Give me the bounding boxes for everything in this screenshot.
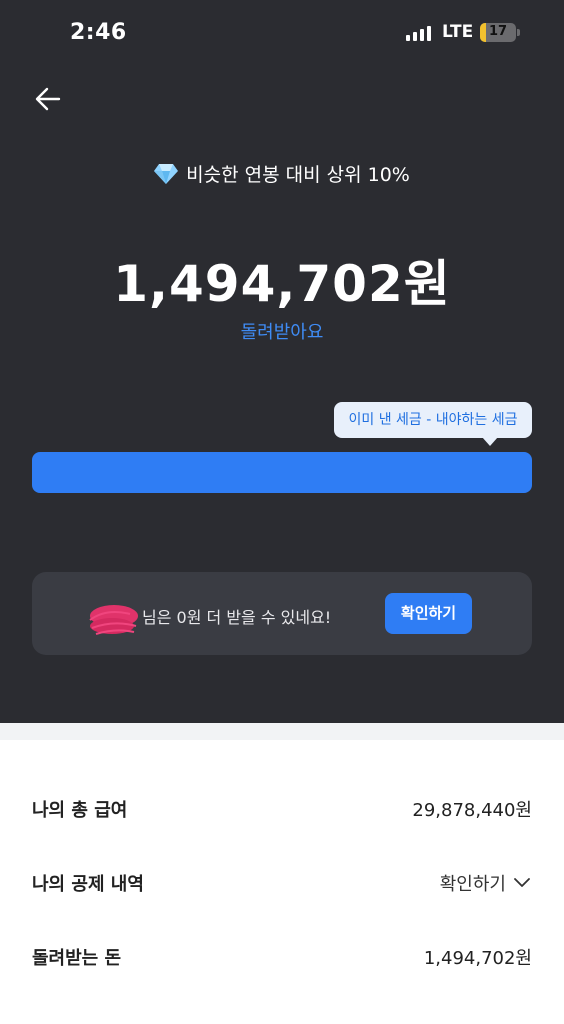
back-button[interactable] (33, 84, 63, 114)
refund-amount: 1,494,702원 (113, 255, 451, 313)
battery-tip (517, 29, 520, 36)
status-time: 2:46 (70, 20, 127, 45)
deductions-toggle-label: 확인하기 (439, 874, 506, 895)
rank-text: 비슷한 연봉 대비 상위 10% (186, 164, 410, 186)
deductions-label: 나의 공제 내역 (32, 874, 144, 895)
section-divider (0, 723, 564, 740)
diamond-icon (154, 164, 179, 184)
signal-icon (406, 25, 436, 41)
extra-refund-message: 님은 0원 더 받을 수 있네요! (142, 608, 332, 627)
battery-percent: 17 (488, 24, 508, 39)
rank-line: 비슷한 연봉 대비 상위 10% (0, 160, 564, 187)
arrow-left-icon (35, 87, 61, 111)
refund-money-value: 1,494,702원 (423, 948, 532, 969)
deductions-toggle[interactable]: 확인하기 (440, 870, 530, 896)
battery-icon: 17 (480, 23, 516, 42)
network-label: LTE (442, 22, 474, 42)
chevron-down-icon (514, 878, 530, 887)
tax-formula-tooltip: 이미 낸 세금 - 내야하는 세금 (334, 402, 532, 438)
tooltip-tail (482, 437, 498, 446)
check-button[interactable]: 확인하기 (385, 593, 472, 634)
refund-label: 돌려받아요 (240, 322, 324, 343)
refund-money-label: 돌려받는 돈 (32, 948, 122, 969)
total-salary-value: 29,878,440원 (412, 800, 532, 821)
refund-bar (32, 452, 532, 493)
redacted-name-scribble (89, 605, 138, 635)
total-salary-label: 나의 총 급여 (32, 800, 128, 821)
